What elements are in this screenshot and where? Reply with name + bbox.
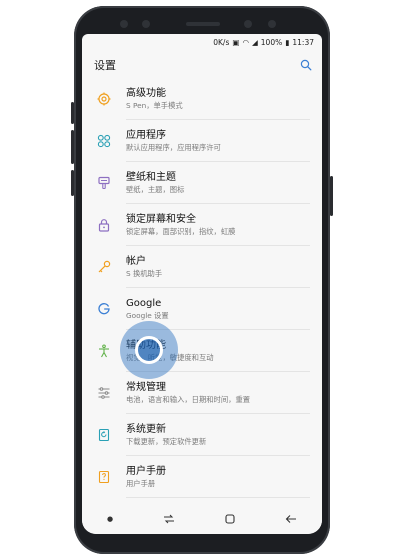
settings-item-accounts[interactable]: 帐户 S 换机助手 xyxy=(82,246,322,288)
settings-item-lock-screen-security[interactable]: 锁定屏幕和安全 锁定屏幕，面部识别，指纹，虹膜 xyxy=(82,204,322,246)
item-subtitle: 默认应用程序，应用程序许可 xyxy=(126,143,221,152)
navigation-bar: ● xyxy=(82,504,322,534)
lock-icon xyxy=(98,219,110,232)
settings-item-apps[interactable]: 应用程序 默认应用程序，应用程序许可 xyxy=(82,120,322,162)
bixby-button xyxy=(71,170,74,196)
item-title: 应用程序 xyxy=(126,130,166,141)
settings-list: 高级功能 S Pen，单手模式 应用程序 默认应用程序，应用程序许可 壁纸和主题… xyxy=(82,78,322,498)
item-title: 帐户 xyxy=(126,256,146,267)
signal-icon: ◢ xyxy=(252,37,258,47)
accessibility-icon xyxy=(99,344,109,358)
screen: 0K/s ▣ ◠ ◢ 100% ▮ 11:37 设置 高级功能 S Pen，单手… xyxy=(82,34,322,534)
key-icon xyxy=(98,260,111,273)
item-title: 系统更新 xyxy=(126,424,166,435)
item-title: 锁定屏幕和安全 xyxy=(126,214,196,225)
battery-icon: ▮ xyxy=(285,37,290,47)
search-icon[interactable] xyxy=(300,59,312,71)
item-subtitle: S Pen，单手模式 xyxy=(126,101,183,110)
manual-icon xyxy=(98,470,110,484)
iris-scanner xyxy=(268,20,276,28)
volume-up-button xyxy=(71,102,74,124)
item-title: Google xyxy=(126,298,162,309)
page-title: 设置 xyxy=(94,59,116,72)
recent-apps-icon[interactable] xyxy=(163,514,175,524)
settings-item-system-update[interactable]: 系统更新 下载更新，预定软件更新 xyxy=(82,414,322,456)
settings-item-wallpaper-themes[interactable]: 壁纸和主题 壁纸，主题，图标 xyxy=(82,162,322,204)
item-title: 用户手册 xyxy=(126,466,166,477)
item-title: 壁纸和主题 xyxy=(126,172,176,183)
touch-indicator-center xyxy=(135,336,163,364)
clock: 11:37 xyxy=(292,37,314,47)
google-icon xyxy=(98,303,110,315)
item-subtitle: 电池，语言和输入，日期和时间，重置 xyxy=(126,395,251,404)
app-bar: 设置 xyxy=(82,50,322,80)
wifi-icon: ◠ xyxy=(242,37,249,47)
advanced-features-icon xyxy=(97,92,111,106)
item-subtitle: 锁定屏幕，面部识别，指纹，虹膜 xyxy=(126,227,236,236)
earpiece xyxy=(186,22,220,26)
item-subtitle: 壁纸，主题，图标 xyxy=(126,185,185,194)
item-title: 高级功能 xyxy=(126,88,166,99)
sensor-dot xyxy=(142,20,150,28)
vibrate-icon: ▣ xyxy=(232,37,240,47)
settings-item-user-manual[interactable]: 用户手册 用户手册 xyxy=(82,456,322,498)
settings-item-advanced-features[interactable]: 高级功能 S Pen，单手模式 xyxy=(82,78,322,120)
item-subtitle: S 换机助手 xyxy=(126,269,163,278)
wallpaper-icon xyxy=(98,176,110,190)
battery-percent: 100% xyxy=(260,37,283,47)
home-button-icon[interactable] xyxy=(225,514,235,524)
network-speed: 0K/s xyxy=(213,37,230,47)
settings-item-accessibility[interactable]: 辅助功能 视觉，听觉，敏捷度和互动 xyxy=(82,330,322,372)
sliders-icon xyxy=(98,387,110,399)
front-camera xyxy=(244,20,252,28)
item-title: 常规管理 xyxy=(126,382,166,393)
apps-icon xyxy=(97,134,111,148)
power-button xyxy=(330,176,333,216)
volume-down-button xyxy=(71,130,74,164)
status-bar: 0K/s ▣ ◠ ◢ 100% ▮ 11:37 xyxy=(82,34,322,50)
nav-dot-icon[interactable]: ● xyxy=(107,515,113,523)
settings-item-general-management[interactable]: 常规管理 电池，语言和输入，日期和时间，重置 xyxy=(82,372,322,414)
system-update-icon xyxy=(98,428,110,442)
sensor-dot xyxy=(120,20,128,28)
settings-item-google[interactable]: Google Google 设置 xyxy=(82,288,322,330)
touch-indicator xyxy=(120,321,178,379)
item-subtitle: 用户手册 xyxy=(126,479,156,488)
item-subtitle: 下载更新，预定软件更新 xyxy=(126,437,207,446)
phone-frame: 0K/s ▣ ◠ ◢ 100% ▮ 11:37 设置 高级功能 S Pen，单手… xyxy=(71,6,333,554)
back-icon[interactable] xyxy=(285,514,297,524)
divider xyxy=(126,497,310,498)
item-subtitle: Google 设置 xyxy=(126,311,169,320)
phone-top-sensors xyxy=(108,14,296,34)
